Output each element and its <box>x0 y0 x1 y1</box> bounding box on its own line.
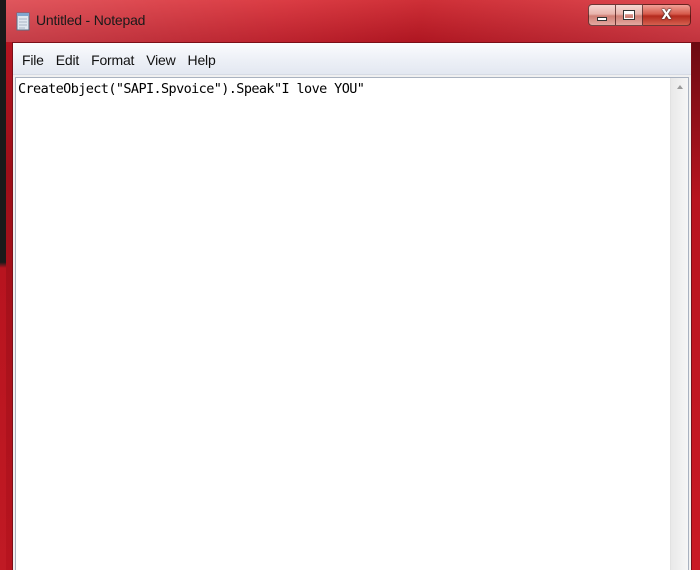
title-bar[interactable]: Untitled - Notepad X <box>6 0 700 42</box>
menu-bar: File Edit Format View Help <box>13 43 691 75</box>
menu-file[interactable]: File <box>16 50 50 68</box>
menu-view[interactable]: View <box>140 50 181 68</box>
scroll-up-button[interactable] <box>671 78 688 96</box>
menu-edit[interactable]: Edit <box>50 50 85 68</box>
minimize-icon <box>597 17 607 21</box>
vertical-scrollbar[interactable] <box>670 78 688 570</box>
editor-text[interactable]: CreateObject("SAPI.Spvoice").Speak"I lov… <box>18 80 670 570</box>
maximize-icon <box>623 10 635 20</box>
window-title: Untitled - Notepad <box>36 12 146 28</box>
window-right-border <box>692 42 700 570</box>
text-editor[interactable]: CreateObject("SAPI.Spvoice").Speak"I lov… <box>15 77 689 570</box>
menu-help[interactable]: Help <box>182 50 222 68</box>
maximize-button[interactable] <box>616 4 643 26</box>
scroll-up-arrow-icon <box>676 85 683 89</box>
close-icon: X <box>661 7 672 23</box>
client-area: File Edit Format View Help CreateObject(… <box>12 42 692 570</box>
menu-format[interactable]: Format <box>85 50 140 68</box>
close-button[interactable]: X <box>643 4 691 26</box>
caption-buttons: X <box>588 4 691 28</box>
background-window-edge <box>0 0 6 570</box>
minimize-button[interactable] <box>588 4 616 26</box>
notepad-window: Untitled - Notepad X File Edit Format Vi… <box>0 0 700 570</box>
notepad-icon <box>16 12 30 31</box>
